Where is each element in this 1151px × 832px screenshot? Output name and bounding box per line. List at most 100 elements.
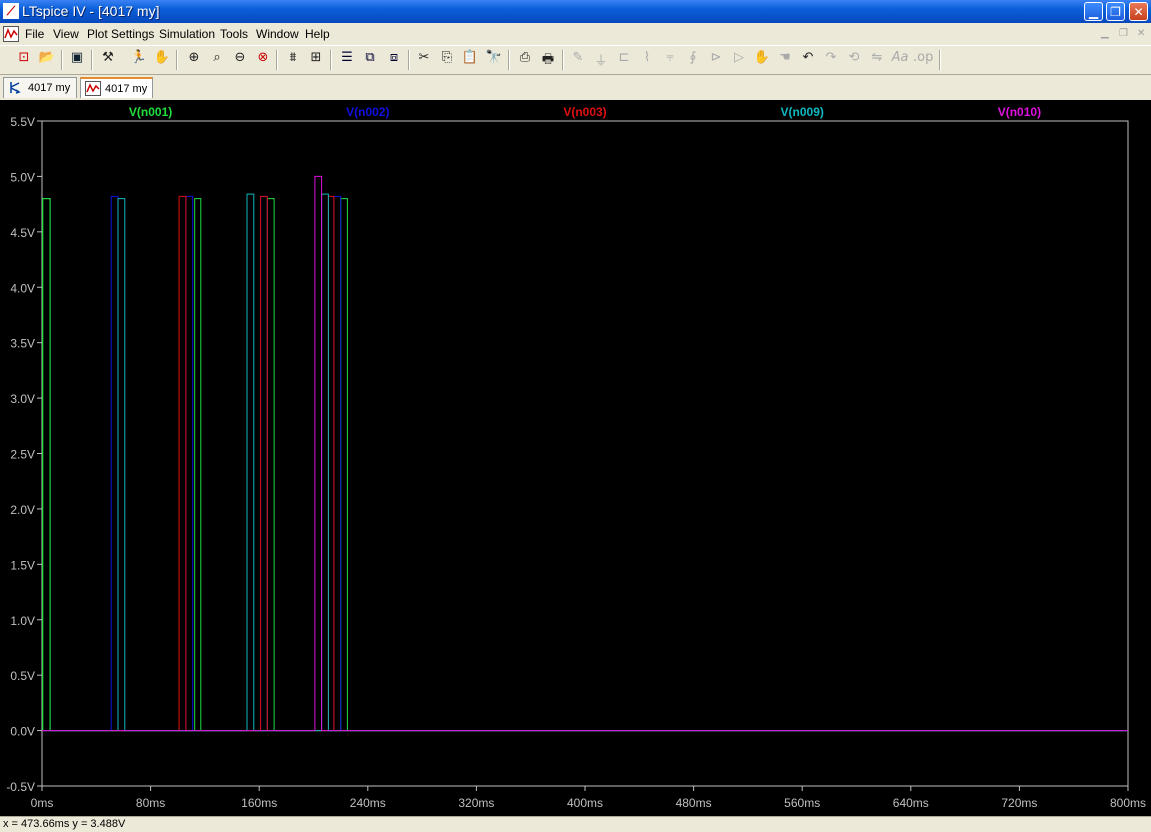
menu-tools[interactable]: Tools [220, 27, 248, 41]
waveform-chart[interactable]: 5.5V 5.0V 4.5V 4.0V 3.5V 3.0V 2.5V 2.0V 1.5V 1.0V… [0, 100, 1151, 816]
wire-icon[interactable]: ✎ [568, 50, 588, 70]
diode-icon[interactable]: ⊳ [706, 50, 726, 70]
y-tick-label: 1.0V [10, 614, 35, 628]
legend-entry: V(n001) [129, 105, 172, 119]
save-icon[interactable]: ▣ [67, 50, 87, 70]
x-tick-label: 160ms [241, 796, 277, 810]
print-preview-icon[interactable]: ⎙ [515, 50, 535, 70]
y-tick-label: 5.0V [10, 170, 35, 184]
capacitor-icon[interactable]: ⫧ [660, 50, 680, 70]
plot-settings-icon[interactable]: ⊞ [306, 50, 326, 70]
trace-vn001 [42, 198, 1128, 732]
document-tab-bar: 4017 my 4017 my [0, 75, 1151, 100]
x-tick-label: 560ms [784, 796, 820, 810]
y-tick-label: 4.0V [10, 281, 35, 295]
cut-icon[interactable]: ✂ [414, 50, 434, 70]
pan-icon[interactable]: ✋ [152, 50, 172, 70]
cascade-icon[interactable]: ⧉ [360, 50, 380, 70]
resistor-icon[interactable]: ⌇ [637, 50, 657, 70]
menu-bar: File View Plot Settings Simulation Tools… [0, 23, 1151, 45]
spice-directive-icon[interactable]: .op [913, 50, 933, 70]
x-tick-label: 480ms [676, 796, 712, 810]
component-icon[interactable]: ▷ [729, 50, 749, 70]
print-icon[interactable]: 🖶 [538, 50, 558, 70]
legend-entry: V(n010) [998, 105, 1041, 119]
title-bar: ⟋ LTspice IV - [4017 my] ▁ ❐ ✕ [0, 0, 1151, 23]
control-panel-icon[interactable]: ⚒ [98, 50, 118, 70]
menu-plot-settings[interactable]: Plot Settings [87, 27, 154, 41]
plot-frame [41, 120, 1129, 787]
autorange-icon[interactable]: ⩩ [283, 50, 303, 70]
ltspice-app-icon[interactable]: ⟋ [3, 3, 19, 19]
zoom-fit-icon[interactable]: ⊗ [253, 50, 273, 70]
tile-icon[interactable]: ⧈ [384, 50, 404, 70]
status-bar: x = 473.66ms y = 3.488V [0, 816, 1151, 832]
x-tick-label: 400ms [567, 796, 603, 810]
text-icon[interactable]: Aa [890, 50, 910, 70]
new-schematic-icon[interactable]: ⊡ [14, 50, 34, 70]
find-icon[interactable]: 🔭 [484, 50, 504, 70]
y-tick-label: 3.5V [10, 337, 35, 351]
waveform-icon [85, 81, 101, 96]
trace-vn001 [42, 198, 1128, 732]
open-icon[interactable]: 📂 [37, 50, 57, 70]
label-icon[interactable]: ⊏ [614, 50, 634, 70]
trace-vn003 [42, 195, 1128, 732]
legend-entry: V(n003) [563, 105, 606, 119]
legend-entry: V(n002) [346, 105, 389, 119]
x-tick-label: 80ms [136, 796, 165, 810]
y-tick-label: 2.0V [10, 503, 35, 517]
y-tick-label: 0.5V [10, 669, 35, 683]
mdi-minimize-icon[interactable]: ▁ [1101, 28, 1109, 39]
tab-schematic[interactable]: 4017 my [3, 77, 77, 98]
inductor-icon[interactable]: ∮ [683, 50, 703, 70]
window-title: LTspice IV - [4017 my] [22, 3, 160, 19]
paste-icon[interactable]: 📋 [460, 50, 480, 70]
menu-simulation[interactable]: Simulation [159, 27, 215, 41]
redo-icon[interactable]: ↷ [821, 50, 841, 70]
y-tick-label: 5.5V [10, 115, 35, 129]
x-tick-label: 640ms [893, 796, 929, 810]
menu-help[interactable]: Help [305, 27, 330, 41]
trace-vn010 [42, 175, 1128, 732]
waveform-doc-icon[interactable] [3, 26, 19, 42]
x-tick-label: 800ms [1110, 796, 1146, 810]
mdi-close-icon[interactable]: ✕ [1137, 28, 1145, 39]
ground-icon[interactable]: ⏚ [591, 50, 611, 70]
rotate-icon[interactable]: ⟲ [844, 50, 864, 70]
tab-label: 4017 my [105, 83, 148, 95]
y-tick-label: 0.0V [10, 725, 35, 739]
legend-entry: V(n009) [781, 105, 824, 119]
trace-vn002 [42, 195, 1128, 732]
restore-button[interactable]: ❐ [1106, 2, 1125, 21]
toolbar: ⊡ 📂 ▣ ⚒ 🏃 ✋ ⊕ ⌕ ⊖ ⊗ ⩩ ⊞ ☰ ⧉ ⧈ ✂ ⎘ 📋 🔭 ⎙ … [0, 45, 1151, 75]
y-tick-label: 1.5V [10, 558, 35, 572]
x-tick-label: 0ms [31, 796, 54, 810]
tile-horizontal-icon[interactable]: ☰ [337, 50, 357, 70]
x-tick-label: 720ms [1001, 796, 1037, 810]
menu-window[interactable]: Window [256, 27, 299, 41]
tab-waveform[interactable]: 4017 my [80, 77, 153, 98]
run-icon[interactable]: 🏃 [129, 50, 149, 70]
tab-label: 4017 my [28, 82, 71, 94]
mirror-icon[interactable]: ⇋ [867, 50, 887, 70]
undo-icon[interactable]: ↶ [798, 50, 818, 70]
close-button[interactable]: ✕ [1129, 2, 1148, 21]
x-tick-label: 240ms [350, 796, 386, 810]
copy-icon[interactable]: ⎘ [437, 50, 457, 70]
y-tick-label: 2.5V [10, 448, 35, 462]
y-tick-label: 3.0V [10, 392, 35, 406]
y-tick-label: 4.5V [10, 226, 35, 240]
cursor-coordinates: x = 473.66ms y = 3.488V [3, 818, 126, 830]
x-tick-label: 320ms [458, 796, 494, 810]
waveform-plot-pane[interactable]: 5.5V 5.0V 4.5V 4.0V 3.5V 3.0V 2.5V 2.0V 1.5V 1.0V… [0, 100, 1151, 816]
move-icon[interactable]: ✋ [752, 50, 772, 70]
zoom-out-icon[interactable]: ⊖ [230, 50, 250, 70]
menu-file[interactable]: File [25, 27, 44, 41]
drag-icon[interactable]: ☚ [775, 50, 795, 70]
minimize-button[interactable]: ▁ [1084, 2, 1103, 21]
zoom-area-icon[interactable]: ⌕ [207, 50, 227, 70]
menu-view[interactable]: View [53, 27, 79, 41]
zoom-in-icon[interactable]: ⊕ [184, 50, 204, 70]
mdi-restore-icon[interactable]: ❐ [1119, 28, 1128, 39]
